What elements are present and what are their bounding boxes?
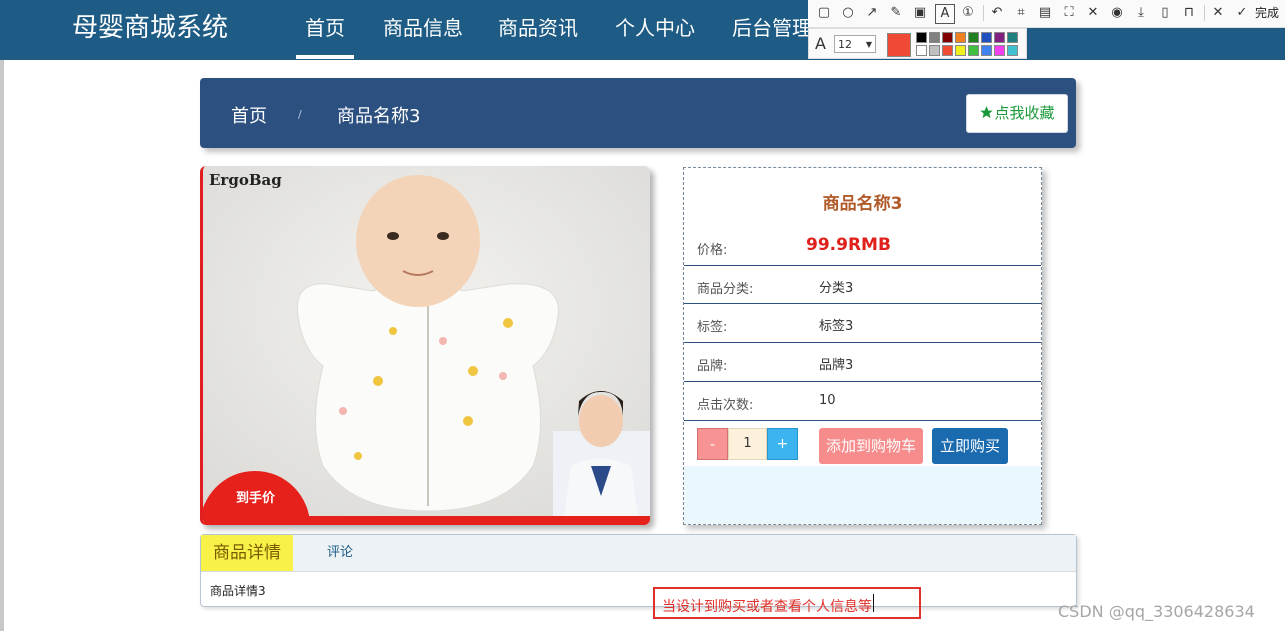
text-caret	[873, 594, 874, 612]
scan-icon[interactable]: ⛶	[1060, 4, 1078, 22]
phone-icon[interactable]: ▯	[1156, 4, 1174, 22]
nav-item-product-news[interactable]: 商品资讯	[498, 14, 578, 42]
undo-icon[interactable]: ↶	[988, 4, 1006, 22]
translate-icon[interactable]: ▤	[1036, 4, 1054, 22]
info-value: 品牌3	[819, 358, 854, 373]
site-title: 母婴商城系统	[72, 13, 229, 43]
info-value: 分类3	[819, 281, 854, 296]
download-icon[interactable]: ⤓	[1132, 4, 1150, 22]
text-tool-icon[interactable]: A	[935, 4, 955, 24]
chevron-down-icon: ▼	[865, 40, 872, 49]
price-badge-text: 到手价	[236, 491, 276, 506]
price-label: 价格:	[697, 243, 728, 258]
color-swatch[interactable]	[994, 32, 1005, 43]
mosaic-icon[interactable]: ▣	[911, 4, 929, 22]
record-icon[interactable]: ◉	[1108, 4, 1126, 22]
price-value: 99.9RMB	[806, 235, 891, 255]
info-label: 商品分类:	[697, 282, 754, 297]
info-row-brand: 品牌: 品牌3	[684, 342, 1041, 381]
rectangle-icon[interactable]: ▢	[815, 4, 833, 22]
done-button[interactable]: 完成	[1255, 4, 1279, 21]
color-swatch[interactable]	[942, 45, 953, 56]
breadcrumb: 首页 / 商品名称3 点我收藏	[200, 78, 1076, 148]
font-size-select[interactable]: 12 ▼	[834, 35, 876, 53]
info-row-category: 商品分类: 分类3	[684, 265, 1041, 304]
purchase-actions: - 1 + 添加到购物车 立即购买	[684, 420, 1041, 467]
product-info-panel: 商品名称3 价格: 99.9RMB 商品分类: 分类3 标签: 标签3 品牌: …	[683, 167, 1042, 525]
tab-product-detail[interactable]: 商品详情	[201, 535, 293, 571]
annotation-text-box[interactable]: 当设计到购买或者查看个人信息等	[653, 587, 921, 619]
color-swatch[interactable]	[916, 45, 927, 56]
image-bottom-stripe	[309, 516, 650, 525]
toolbar-divider	[983, 5, 984, 21]
breadcrumb-home[interactable]: 首页	[231, 102, 267, 128]
add-to-cart-button[interactable]: 添加到购物车	[819, 428, 923, 464]
color-swatch[interactable]	[955, 32, 966, 43]
quantity-input[interactable]: 1	[728, 428, 767, 460]
arrow-icon[interactable]: ↗	[863, 4, 881, 22]
crop-icon[interactable]: ⌗	[1012, 4, 1030, 22]
toolbar-divider	[1204, 5, 1205, 21]
quantity-increment-button[interactable]: +	[767, 428, 798, 460]
color-swatch[interactable]	[981, 45, 992, 56]
info-label: 标签:	[697, 320, 728, 335]
font-size-value: 12	[838, 38, 852, 51]
product-image: ErgoBag 到手价	[200, 166, 650, 525]
info-value: 10	[819, 393, 836, 408]
quantity-decrement-button[interactable]: -	[697, 428, 728, 460]
annotation-text: 当设计到购买或者查看个人信息等	[662, 599, 872, 615]
color-swatch[interactable]	[929, 45, 940, 56]
text-style-toolbar: A 12 ▼	[808, 28, 1027, 59]
info-row-clicks: 点击次数: 10	[684, 381, 1041, 420]
ellipse-icon[interactable]: ○	[839, 4, 857, 22]
info-panel-footer	[684, 466, 1041, 524]
info-row-tag: 标签: 标签3	[684, 303, 1041, 342]
color-swatch[interactable]	[981, 32, 992, 43]
current-color-swatch[interactable]	[887, 33, 911, 57]
pin-icon[interactable]: ✕	[1084, 4, 1102, 22]
nav-item-personal-center[interactable]: 个人中心	[615, 14, 695, 42]
color-swatch[interactable]	[1007, 45, 1018, 56]
nav-item-admin[interactable]: 后台管理	[732, 14, 812, 42]
color-swatch[interactable]	[929, 32, 940, 43]
tabs-header: 商品详情 评论	[201, 535, 1076, 572]
color-swatch[interactable]	[942, 32, 953, 43]
screenshot-toolbar: ▢ ○ ↗ ✎ ▣ A ① ↶ ⌗ ▤ ⛶ ✕ ◉ ⤓ ▯ ⊓ ✕ ✓ 完成	[808, 0, 1285, 28]
star-icon	[980, 106, 994, 119]
info-value: 标签3	[819, 319, 854, 334]
detail-tabs: 商品详情 评论 商品详情3	[200, 534, 1077, 607]
breadcrumb-separator: /	[298, 108, 302, 121]
color-swatch[interactable]	[916, 32, 927, 43]
left-window-edge	[0, 60, 4, 631]
favorite-label: 点我收藏	[994, 104, 1055, 122]
color-swatch[interactable]	[994, 45, 1005, 56]
bookmark-icon[interactable]: ⊓	[1180, 4, 1198, 22]
breadcrumb-current: 商品名称3	[337, 106, 421, 127]
favorite-button[interactable]: 点我收藏	[966, 94, 1068, 133]
product-name: 商品名称3	[822, 194, 903, 214]
tab-comments[interactable]: 评论	[327, 535, 353, 571]
color-swatch[interactable]	[968, 32, 979, 43]
info-label: 点击次数:	[697, 398, 754, 413]
color-swatch[interactable]	[1007, 32, 1018, 43]
check-icon[interactable]: ✓	[1233, 4, 1251, 22]
nav-item-home[interactable]: 首页	[305, 14, 345, 42]
font-icon: A	[815, 34, 826, 53]
buy-now-button[interactable]: 立即购买	[932, 428, 1008, 464]
image-brand-text: ErgoBag	[209, 171, 282, 189]
close-icon[interactable]: ✕	[1209, 4, 1227, 22]
nav-item-product-info[interactable]: 商品信息	[383, 14, 463, 42]
number-marker-icon[interactable]: ①	[959, 4, 977, 22]
watermark: CSDN @qq_3306428634	[1058, 602, 1255, 621]
color-swatch[interactable]	[968, 45, 979, 56]
product-detail-content: 商品详情3	[210, 584, 266, 598]
pencil-icon[interactable]: ✎	[887, 4, 905, 22]
color-swatch[interactable]	[955, 45, 966, 56]
info-label: 品牌:	[697, 359, 728, 374]
nav-active-indicator	[296, 55, 354, 59]
